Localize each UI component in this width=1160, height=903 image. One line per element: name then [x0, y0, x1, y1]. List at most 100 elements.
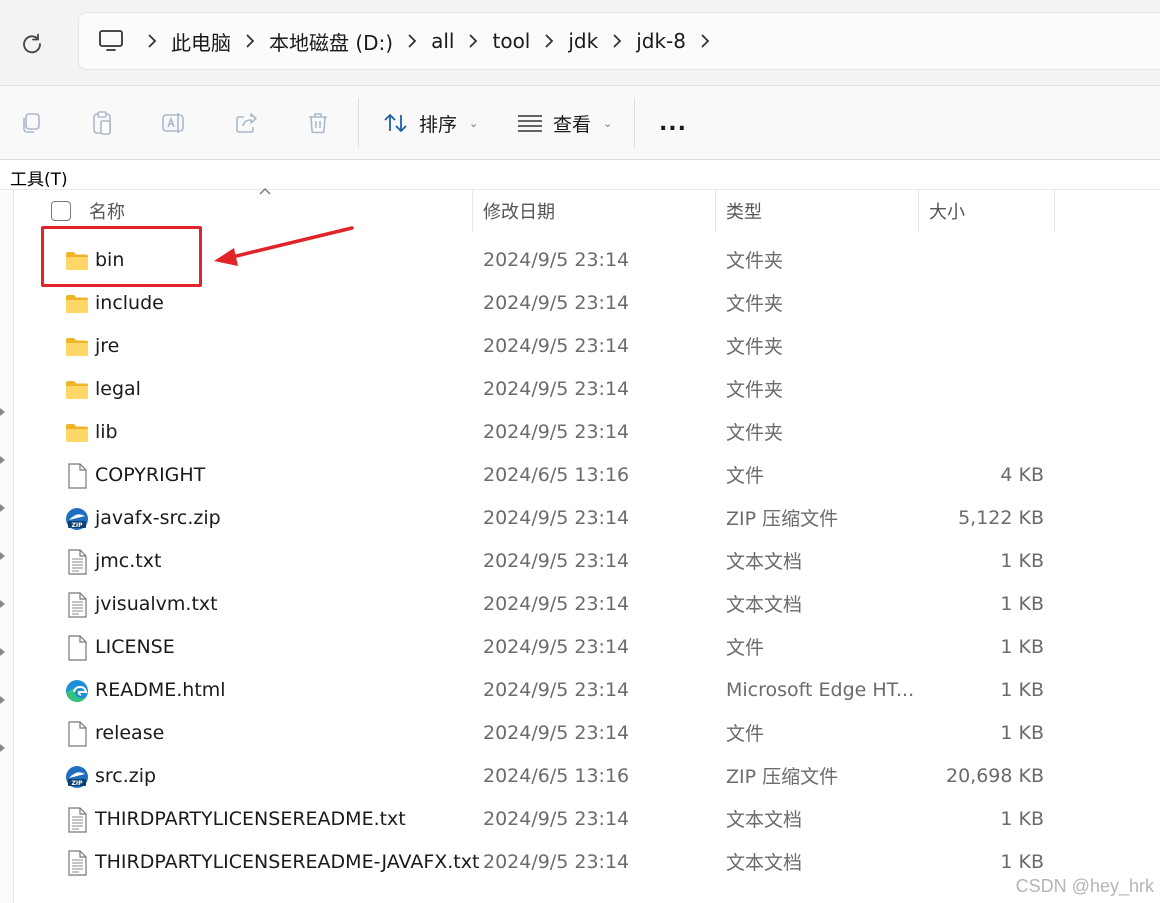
this-pc-icon[interactable]	[97, 27, 125, 55]
file-row[interactable]: jvisualvm.txt 2024/9/5 23:14 文本文档 1 KB	[14, 582, 1160, 625]
select-all-checkbox[interactable]	[51, 201, 71, 221]
column-divider[interactable]	[715, 190, 716, 232]
command-bar: 排序 ⌄ 查看 ⌄ ...	[0, 86, 1160, 160]
file-modified-date: 2024/9/5 23:14	[483, 248, 630, 271]
breadcrumb-chevron-icon[interactable]	[231, 31, 269, 51]
file-row[interactable]: ZIP src.zip 2024/6/5 13:16 ZIP 压缩文件 20,698 K…	[14, 754, 1160, 797]
highlight-box	[41, 226, 202, 287]
breadcrumb-chevron-icon[interactable]	[454, 31, 492, 51]
sort-icon	[384, 113, 407, 133]
column-divider[interactable]	[918, 190, 919, 232]
file-icon	[64, 463, 90, 489]
expand-arrow-icon[interactable]	[0, 600, 6, 608]
breadcrumb-chevron-icon[interactable]	[530, 31, 568, 51]
file-row[interactable]: ZIP javafx-src.zip 2024/9/5 23:14 ZIP 压缩文件 5…	[14, 496, 1160, 539]
file-size: 1 KB	[1000, 635, 1044, 658]
file-modified-date: 2024/9/5 23:14	[483, 334, 630, 357]
refresh-button[interactable]	[16, 28, 48, 60]
file-type: 文件夹	[726, 250, 784, 272]
column-divider[interactable]	[472, 190, 473, 232]
breadcrumb-this-pc[interactable]: 此电脑	[171, 27, 231, 56]
column-type-label: 类型	[726, 202, 762, 223]
expand-arrow-icon[interactable]	[0, 504, 6, 512]
more-options-button[interactable]: ...	[656, 106, 690, 140]
copy-button[interactable]	[14, 106, 48, 140]
svg-text:ZIP: ZIP	[72, 522, 84, 529]
file-row[interactable]: legal 2024/9/5 23:14 文件夹	[14, 367, 1160, 410]
sort-button[interactable]: 排序 ⌄	[383, 106, 478, 140]
file-size	[920, 410, 1044, 453]
file-row[interactable]: README.html 2024/9/5 23:14 Microsoft Edge …	[14, 668, 1160, 711]
copy-icon	[23, 113, 40, 133]
toolbar-divider	[634, 98, 635, 148]
file-type: 文件	[726, 637, 765, 659]
breadcrumb-tool[interactable]: tool	[492, 29, 530, 53]
column-header-size[interactable]: 大小	[929, 190, 965, 232]
file-row[interactable]: LICENSE 2024/9/5 23:14 文件 1 KB	[14, 625, 1160, 668]
breadcrumb-chevron-icon[interactable]	[133, 31, 171, 51]
file-size: 1 KB	[1000, 678, 1044, 701]
share-button[interactable]	[229, 106, 263, 140]
file-name: LICENSE	[95, 635, 175, 658]
file-name: src.zip	[95, 764, 157, 787]
rename-button[interactable]	[157, 106, 191, 140]
column-header-type[interactable]: 类型	[726, 190, 762, 232]
expand-arrow-icon[interactable]	[0, 744, 6, 752]
view-button[interactable]: 查看 ⌄	[517, 106, 612, 140]
file-row[interactable]: THIRDPARTYLICENSEREADME-JAVAFX.txt 2024/9…	[14, 840, 1160, 883]
file-type: 文件	[726, 465, 765, 487]
file-size	[920, 367, 1044, 410]
expand-arrow-icon[interactable]	[0, 648, 6, 656]
breadcrumb-all[interactable]: all	[431, 29, 454, 53]
file-row[interactable]: release 2024/9/5 23:14 文件 1 KB	[14, 711, 1160, 754]
file-modified-date: 2024/9/5 23:14	[483, 549, 630, 572]
file-name: lib	[95, 420, 118, 443]
watermark: CSDN @hey_hrk	[1015, 876, 1154, 896]
expand-arrow-icon[interactable]	[0, 552, 6, 560]
file-name: legal	[95, 377, 141, 400]
file-name: THIRDPARTYLICENSEREADME-JAVAFX.txt	[95, 850, 480, 873]
expand-arrow-icon[interactable]	[0, 696, 6, 704]
file-modified-date: 2024/9/5 23:14	[483, 678, 630, 701]
file-modified-date: 2024/9/5 23:14	[483, 420, 630, 443]
text-file-icon	[64, 592, 90, 618]
file-modified-date: 2024/9/5 23:14	[483, 506, 630, 529]
chevron-down-icon: ⌄	[603, 116, 613, 130]
edge-icon	[64, 678, 90, 704]
breadcrumb-jdk[interactable]: jdk	[568, 29, 598, 53]
chevron-down-icon: ⌄	[469, 116, 479, 130]
breadcrumb-jdk-8[interactable]: jdk-8	[636, 29, 686, 53]
file-icon	[64, 721, 90, 747]
rename-icon	[162, 113, 184, 133]
folder-icon	[64, 420, 90, 446]
view-label: 查看	[553, 113, 592, 136]
column-divider[interactable]	[1054, 190, 1055, 232]
breadcrumb-chevron-icon[interactable]	[686, 31, 724, 51]
breadcrumb-local-disk-d[interactable]: 本地磁盘 (D:)	[269, 27, 393, 56]
menu-bar: 工具(T)	[0, 161, 1160, 190]
paste-button[interactable]	[85, 106, 119, 140]
file-size: 1 KB	[1000, 721, 1044, 744]
menu-tools[interactable]: 工具(T)	[10, 165, 68, 190]
breadcrumb-chevron-icon[interactable]	[598, 31, 636, 51]
file-size: 4 KB	[1000, 463, 1044, 486]
file-size: 20,698 KB	[945, 764, 1044, 787]
file-row[interactable]: lib 2024/9/5 23:14 文件夹	[14, 410, 1160, 453]
file-name: release	[95, 721, 165, 744]
file-row[interactable]: jmc.txt 2024/9/5 23:14 文本文档 1 KB	[14, 539, 1160, 582]
file-type: 文件夹	[726, 293, 784, 315]
expand-arrow-icon[interactable]	[0, 456, 6, 464]
delete-button[interactable]	[301, 106, 335, 140]
file-type: Microsoft Edge HT...	[726, 678, 915, 701]
breadcrumb-chevron-icon[interactable]	[393, 31, 431, 51]
file-row[interactable]: jre 2024/9/5 23:14 文件夹	[14, 324, 1160, 367]
file-row[interactable]: THIRDPARTYLICENSEREADME.txt 2024/9/5 23:1…	[14, 797, 1160, 840]
file-row[interactable]: COPYRIGHT 2024/6/5 13:16 文件 4 KB	[14, 453, 1160, 496]
column-header-modified[interactable]: 修改日期	[483, 190, 555, 232]
file-size: 1 KB	[1000, 592, 1044, 615]
expand-arrow-icon[interactable]	[0, 408, 6, 416]
file-modified-date: 2024/9/5 23:14	[483, 592, 630, 615]
file-row[interactable]: include 2024/9/5 23:14 文件夹	[14, 281, 1160, 324]
file-name: jre	[95, 334, 120, 357]
address-box[interactable]: 此电脑 本地磁盘 (D:) all tool jdk jdk-8	[78, 12, 1160, 70]
